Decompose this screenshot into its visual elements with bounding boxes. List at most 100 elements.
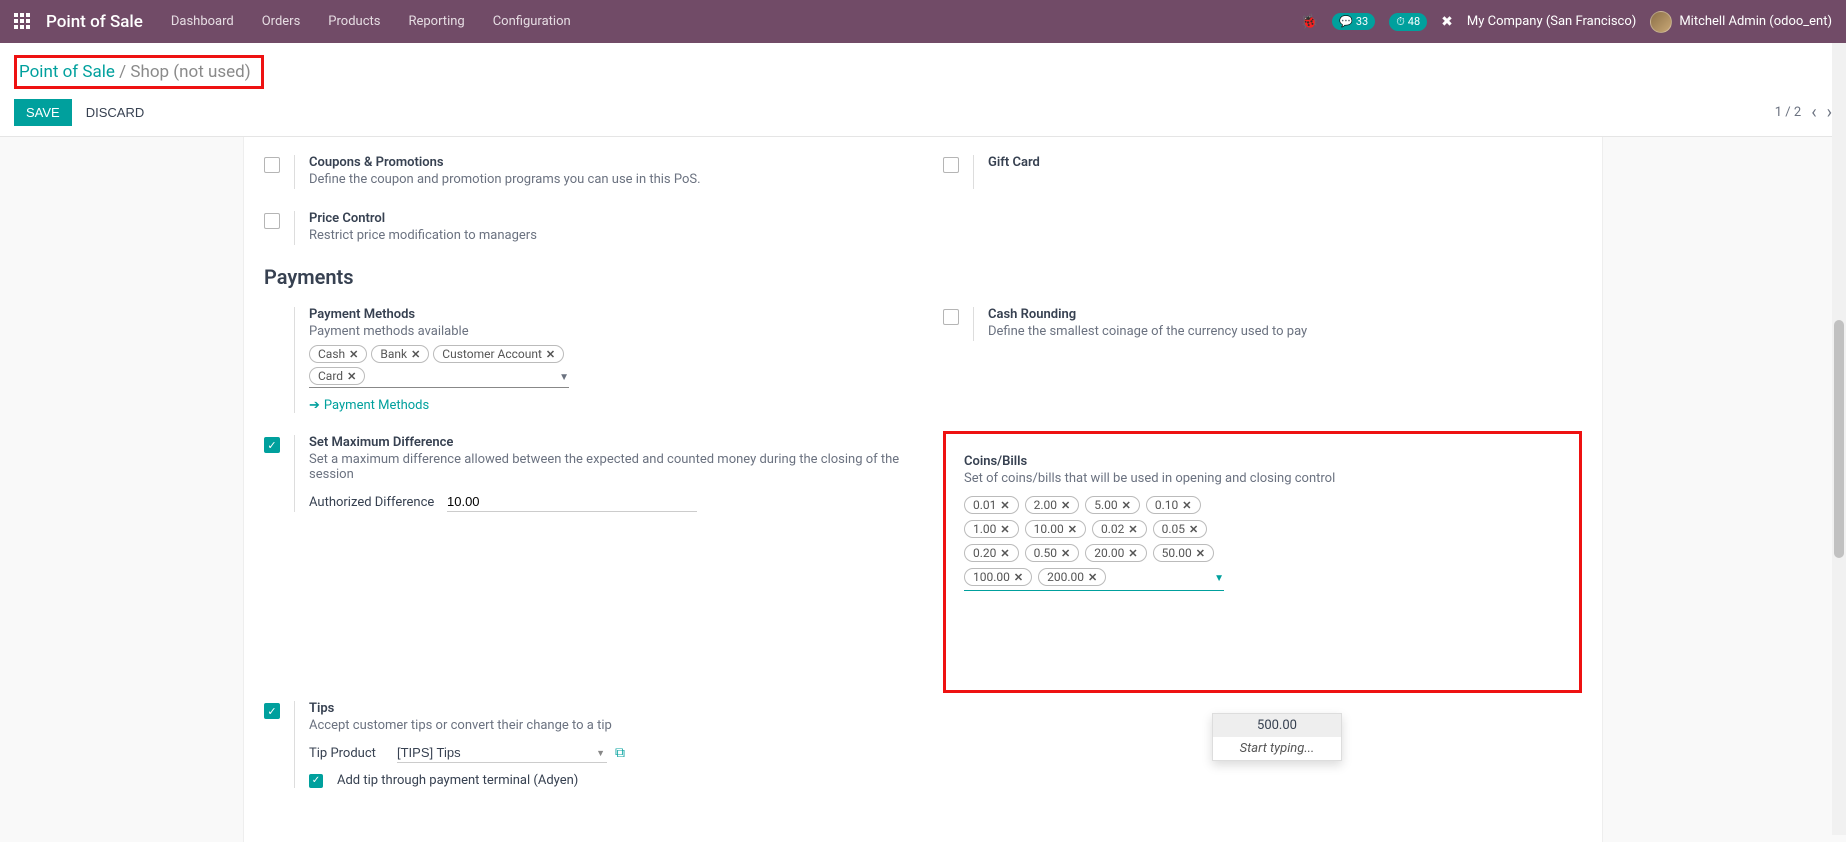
max-difference-desc: Set a maximum difference allowed between…	[309, 452, 903, 482]
app-brand[interactable]: Point of Sale	[46, 12, 143, 32]
remove-tag-icon[interactable]: ✕	[1196, 547, 1205, 560]
activities-badge[interactable]: ⏱ 48	[1389, 13, 1427, 31]
setting-coupons: Coupons & Promotions Define the coupon a…	[264, 147, 903, 203]
remove-tag-icon[interactable]: ✕	[347, 370, 356, 383]
scrollbar[interactable]	[1832, 43, 1846, 835]
nav-products[interactable]: Products	[328, 14, 380, 29]
remove-tag-icon[interactable]: ✕	[1000, 547, 1009, 560]
caret-down-icon[interactable]: ▼	[596, 748, 605, 759]
user-menu[interactable]: Mitchell Admin (odoo_ent)	[1650, 11, 1832, 33]
remove-tag-icon[interactable]: ✕	[1189, 523, 1198, 536]
tag-coin: 0.20 ✕	[964, 544, 1019, 562]
gift-card-title: Gift Card	[988, 155, 1582, 170]
remove-tag-icon[interactable]: ✕	[1014, 571, 1023, 584]
top-nav: Dashboard Orders Products Reporting Conf…	[171, 14, 571, 29]
remove-tag-icon[interactable]: ✕	[1000, 523, 1009, 536]
coins-bills-highlight: Coins/Bills Set of coins/bills that will…	[943, 431, 1582, 693]
remove-tag-icon[interactable]: ✕	[1000, 499, 1009, 512]
remove-tag-icon[interactable]: ✕	[411, 348, 420, 361]
checkbox-add-tip-terminal[interactable]: ✓	[309, 774, 323, 788]
checkbox-tips[interactable]: ✓	[264, 703, 280, 719]
apps-icon[interactable]	[14, 13, 32, 31]
company-selector[interactable]: My Company (San Francisco)	[1467, 14, 1636, 29]
pager-text: 1 / 2	[1775, 105, 1801, 120]
tag-payment-method: Cash ✕	[309, 345, 367, 363]
nav-reporting[interactable]: Reporting	[408, 14, 464, 29]
setting-cash-rounding: Cash Rounding Define the smallest coinag…	[943, 299, 1582, 355]
tip-product-select[interactable]	[397, 743, 607, 763]
tag-coin: 2.00 ✕	[1025, 496, 1080, 514]
breadcrumb-sep: /	[115, 62, 130, 82]
nav-configuration[interactable]: Configuration	[493, 14, 571, 29]
tag-coin: 5.00 ✕	[1085, 496, 1140, 514]
tools-icon[interactable]: ✖	[1441, 14, 1453, 30]
tag-coin: 10.00 ✕	[1025, 520, 1086, 538]
nav-orders[interactable]: Orders	[262, 14, 301, 29]
form-content: Coupons & Promotions Define the coupon a…	[243, 137, 1603, 842]
checkbox-gift-card[interactable]	[943, 157, 959, 173]
tag-coin: 0.05 ✕	[1153, 520, 1208, 538]
arrow-right-icon: ➔	[309, 398, 320, 413]
remove-tag-icon[interactable]: ✕	[1128, 547, 1137, 560]
remove-tag-icon[interactable]: ✕	[1122, 499, 1131, 512]
tag-payment-method: Card ✕	[309, 367, 365, 385]
breadcrumb-root[interactable]: Point of Sale	[19, 62, 115, 82]
tag-coin: 1.00 ✕	[964, 520, 1019, 538]
pager: 1 / 2 ‹ ›	[1775, 102, 1832, 123]
remove-tag-icon[interactable]: ✕	[546, 348, 555, 361]
coupons-desc: Define the coupon and promotion programs…	[309, 172, 903, 187]
avatar	[1650, 11, 1672, 33]
save-button[interactable]: SAVE	[14, 99, 72, 126]
tips-title: Tips	[309, 701, 903, 716]
breadcrumb-highlight: Point of Sale / Shop (not used)	[14, 55, 264, 89]
checkbox-price-control[interactable]	[264, 213, 280, 229]
messages-count: 33	[1356, 15, 1368, 28]
remove-tag-icon[interactable]: ✕	[1182, 499, 1191, 512]
remove-tag-icon[interactable]: ✕	[1061, 547, 1070, 560]
scrollbar-thumb[interactable]	[1834, 320, 1844, 558]
caret-down-icon[interactable]: ▼	[1214, 573, 1224, 584]
tag-coin: 20.00 ✕	[1085, 544, 1146, 562]
activities-count: 48	[1408, 15, 1420, 28]
tag-coin: 0.10 ✕	[1146, 496, 1201, 514]
debug-icon[interactable]: 🐞	[1301, 14, 1318, 30]
setting-payment-methods: Payment Methods Payment methods availabl…	[264, 299, 903, 427]
section-payments: Payments	[244, 259, 1602, 299]
checkbox-cash-rounding[interactable]	[943, 309, 959, 325]
tag-coin: 100.00 ✕	[964, 568, 1032, 586]
remove-tag-icon[interactable]: ✕	[1088, 571, 1097, 584]
tag-coin: 0.02 ✕	[1092, 520, 1147, 538]
breadcrumb-leaf: Shop (not used)	[130, 62, 250, 82]
coins-dropdown: 500.00 Start typing...	[1212, 713, 1342, 761]
coins-bills-tags[interactable]: 0.01 ✕ 2.00 ✕ 5.00 ✕ 0.10 ✕ 1.00 ✕ 10.00…	[964, 496, 1224, 591]
payment-methods-link[interactable]: ➔ Payment Methods	[309, 398, 429, 413]
authorized-difference-input[interactable]	[447, 492, 697, 512]
coins-bills-desc: Set of coins/bills that will be used in …	[964, 471, 1561, 486]
setting-max-difference: ✓ Set Maximum Difference Set a maximum d…	[264, 427, 903, 526]
subheader: Point of Sale / Shop (not used) SAVE DIS…	[0, 43, 1846, 136]
dropdown-option[interactable]: 500.00	[1213, 714, 1341, 737]
coins-bills-title: Coins/Bills	[964, 454, 1561, 469]
messages-badge[interactable]: 💬 33	[1332, 13, 1375, 30]
checkbox-max-difference[interactable]: ✓	[264, 437, 280, 453]
external-link-icon[interactable]: ⧉	[615, 745, 625, 761]
breadcrumb: Point of Sale / Shop (not used)	[19, 62, 251, 82]
max-difference-title: Set Maximum Difference	[309, 435, 903, 450]
tag-coin: 200.00 ✕	[1038, 568, 1106, 586]
dropdown-hint[interactable]: Start typing...	[1213, 737, 1341, 760]
payment-methods-tags[interactable]: Cash ✕ Bank ✕ Customer Account ✕ Card ✕ …	[309, 345, 569, 388]
remove-tag-icon[interactable]: ✕	[1068, 523, 1077, 536]
setting-tips: ✓ Tips Accept customer tips or convert t…	[264, 693, 903, 802]
remove-tag-icon[interactable]: ✕	[1061, 499, 1070, 512]
pager-prev-icon[interactable]: ‹	[1811, 102, 1816, 123]
tips-desc: Accept customer tips or convert their ch…	[309, 718, 903, 733]
payment-methods-title: Payment Methods	[309, 307, 903, 322]
caret-down-icon[interactable]: ▼	[559, 372, 569, 383]
remove-tag-icon[interactable]: ✕	[349, 348, 358, 361]
top-bar: Point of Sale Dashboard Orders Products …	[0, 0, 1846, 43]
nav-dashboard[interactable]: Dashboard	[171, 14, 234, 29]
checkbox-coupons[interactable]	[264, 157, 280, 173]
discard-button[interactable]: DISCARD	[86, 105, 145, 120]
authorized-difference-label: Authorized Difference	[309, 495, 439, 510]
remove-tag-icon[interactable]: ✕	[1128, 523, 1137, 536]
